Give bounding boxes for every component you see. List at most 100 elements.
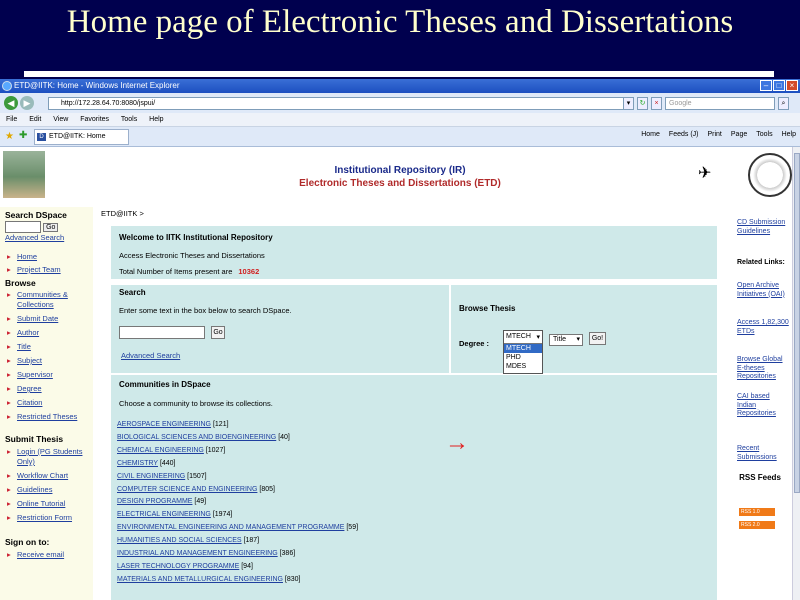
banner-title: Institutional Repository (IR) (334, 165, 466, 176)
global-etheses-link[interactable]: Browse Global E-theses Repositories (737, 356, 790, 382)
page-button[interactable]: Page (731, 131, 747, 138)
rss1-feed-button[interactable]: RSS 1.0 (739, 508, 775, 516)
menu-edit[interactable]: Edit (29, 116, 41, 123)
community-link[interactable]: BIOLOGICAL SCIENCES AND BIOENGINEERING (117, 434, 276, 441)
sidebar-item-receive-email[interactable]: Receive email (5, 550, 93, 560)
access-etds-link[interactable]: Access 1,82,300 ETDs (737, 319, 790, 336)
tab-etd-home[interactable]: D ETD@IITK: Home (34, 129, 129, 145)
scrollbar-thumb[interactable] (794, 153, 800, 493)
main-search-go-button[interactable]: Go (211, 326, 225, 339)
community-link[interactable]: LASER TECHNOLOGY PROGRAMME (117, 563, 239, 570)
sidebar-item-online-tutorial[interactable]: Online Tutorial (5, 499, 93, 509)
oai-link[interactable]: Open Archive Initiatives (OAI) (737, 282, 790, 299)
breadcrumb[interactable]: ETD@IITK > (101, 209, 144, 218)
community-count: [830] (284, 575, 301, 583)
community-link[interactable]: ENVIRONMENTAL ENGINEERING AND MANAGEMENT… (117, 524, 344, 531)
favorites-star-icon[interactable]: ★ (5, 131, 14, 142)
item-count-line: Total Number of Items present are 10362 (119, 267, 259, 276)
menu-help[interactable]: Help (149, 116, 163, 123)
sidebar-search-input[interactable] (5, 221, 41, 233)
communities-hint: Choose a community to browse its collect… (119, 399, 273, 408)
rss2-feed-button[interactable]: RSS 2.0 (739, 521, 775, 529)
degree-selected-value[interactable]: MTECH (504, 331, 542, 344)
help-button[interactable]: Help (782, 131, 796, 138)
community-link[interactable]: INDUSTRIAL AND MANAGEMENT ENGINEERING (117, 550, 278, 557)
tools-button[interactable]: Tools (756, 131, 772, 138)
sidebar-item-project-team[interactable]: Project Team (5, 265, 93, 275)
community-count: [386] (279, 550, 296, 558)
community-link[interactable]: CHEMICAL ENGINEERING (117, 447, 204, 454)
rss-feeds-heading: RSS Feeds (739, 473, 781, 482)
sidebar-item-submit-date[interactable]: Submit Date (5, 314, 93, 324)
community-row: LASER TECHNOLOGY PROGRAMME [94] (117, 561, 358, 574)
submit-thesis-heading: Submit Thesis (5, 434, 64, 444)
window-title: ETD@IITK: Home - Windows Internet Explor… (14, 81, 180, 90)
sort-by-select[interactable]: Title (549, 334, 583, 346)
degree-select[interactable]: MTECH MTECH PHD MDES (503, 330, 543, 374)
title-divider (24, 71, 774, 77)
browse-go-button[interactable]: Go! (589, 332, 606, 345)
maximize-button[interactable]: □ (773, 80, 785, 91)
sidebar-item-supervisor[interactable]: Supervisor (5, 370, 93, 380)
vertical-scrollbar[interactable] (792, 147, 800, 600)
degree-option-mtech[interactable]: MTECH (504, 344, 542, 353)
add-favorite-icon[interactable]: ✚ (19, 130, 27, 141)
close-button[interactable]: × (786, 80, 798, 91)
site-banner: Institutional Repository (IR) Electronic… (0, 147, 800, 203)
sidebar-item-degree[interactable]: Degree (5, 384, 93, 394)
sidebar-go-button[interactable]: Go (43, 222, 59, 232)
sidebar-item-communities[interactable]: Communities & Collections (5, 290, 93, 310)
community-link[interactable]: DESIGN PROGRAMME (117, 498, 192, 505)
main-search-input[interactable] (119, 326, 205, 339)
sidebar-item-citation[interactable]: Citation (5, 398, 93, 408)
degree-option-mdes[interactable]: MDES (504, 362, 542, 371)
right-sidebar: CD Submission Guidelines Related Links: … (735, 207, 790, 600)
forward-arrow-icon[interactable]: ▶ (20, 96, 34, 110)
feeds-button[interactable]: Feeds (J) (669, 131, 699, 138)
home-button[interactable]: Home (641, 131, 660, 138)
sidebar-item-restriction-form[interactable]: Restriction Form (5, 513, 93, 523)
cai-repositories-link[interactable]: CAI based Indian Repositories (737, 393, 790, 419)
web-page: Institutional Repository (IR) Electronic… (0, 147, 800, 600)
item-count-label: Total Number of Items present are (119, 267, 233, 276)
sidebar-item-author[interactable]: Author (5, 328, 93, 338)
community-count: [1507] (187, 472, 207, 480)
sidebar-item-workflow-chart[interactable]: Workflow Chart (5, 471, 93, 481)
welcome-title: Welcome to IITK Institutional Repository (119, 233, 273, 242)
sidebar-item-title[interactable]: Title (5, 342, 93, 352)
community-link[interactable]: CHEMISTRY (117, 460, 158, 467)
recent-submissions-link[interactable]: Recent Submissions (737, 445, 790, 462)
menu-favorites[interactable]: Favorites (80, 116, 109, 123)
address-input[interactable]: http://172.28.64.70:8080/jspui/ (48, 97, 633, 110)
community-link[interactable]: ELECTRICAL ENGINEERING (117, 511, 211, 518)
cd-submission-link[interactable]: CD Submission Guidelines (737, 219, 790, 236)
community-link[interactable]: MATERIALS AND METALLURGICAL ENGINEERING (117, 576, 283, 583)
print-button[interactable]: Print (707, 131, 721, 138)
community-link[interactable]: AEROSPACE ENGINEERING (117, 421, 211, 428)
menu-file[interactable]: File (6, 116, 17, 123)
refresh-icon[interactable]: ↻ (637, 97, 648, 110)
search-icon[interactable]: ⌕ (778, 97, 789, 110)
back-arrow-icon[interactable]: ◀ (4, 96, 18, 110)
community-row: INDUSTRIAL AND MANAGEMENT ENGINEERING [3… (117, 548, 358, 561)
sidebar-item-login[interactable]: Login (PG Students Only) (5, 447, 93, 467)
sidebar-advanced-search-link[interactable]: Advanced Search (5, 233, 93, 242)
sidebar-item-subject[interactable]: Subject (5, 356, 93, 366)
community-link[interactable]: COMPUTER SCIENCE AND ENGINEERING (117, 486, 257, 493)
stop-icon[interactable]: × (651, 97, 662, 110)
community-link[interactable]: CIVIL ENGINEERING (117, 473, 185, 480)
community-row: DESIGN PROGRAMME [49] (117, 496, 358, 509)
community-count: [805] (259, 485, 275, 493)
degree-option-phd[interactable]: PHD (504, 353, 542, 362)
menu-view[interactable]: View (53, 116, 68, 123)
sidebar-item-home[interactable]: Home (5, 252, 93, 262)
search-input[interactable]: Google (665, 97, 775, 110)
sidebar-item-restricted-theses[interactable]: Restricted Theses (5, 412, 93, 422)
sidebar-item-guidelines[interactable]: Guidelines (5, 485, 93, 495)
menu-tools[interactable]: Tools (121, 116, 137, 123)
minimize-button[interactable]: – (760, 80, 772, 91)
community-link[interactable]: HUMANITIES AND SOCIAL SCIENCES (117, 537, 242, 544)
community-count: [40] (278, 433, 290, 441)
main-advanced-search-link[interactable]: Advanced Search (121, 351, 180, 360)
address-dropdown-icon[interactable]: ▾ (623, 97, 634, 110)
